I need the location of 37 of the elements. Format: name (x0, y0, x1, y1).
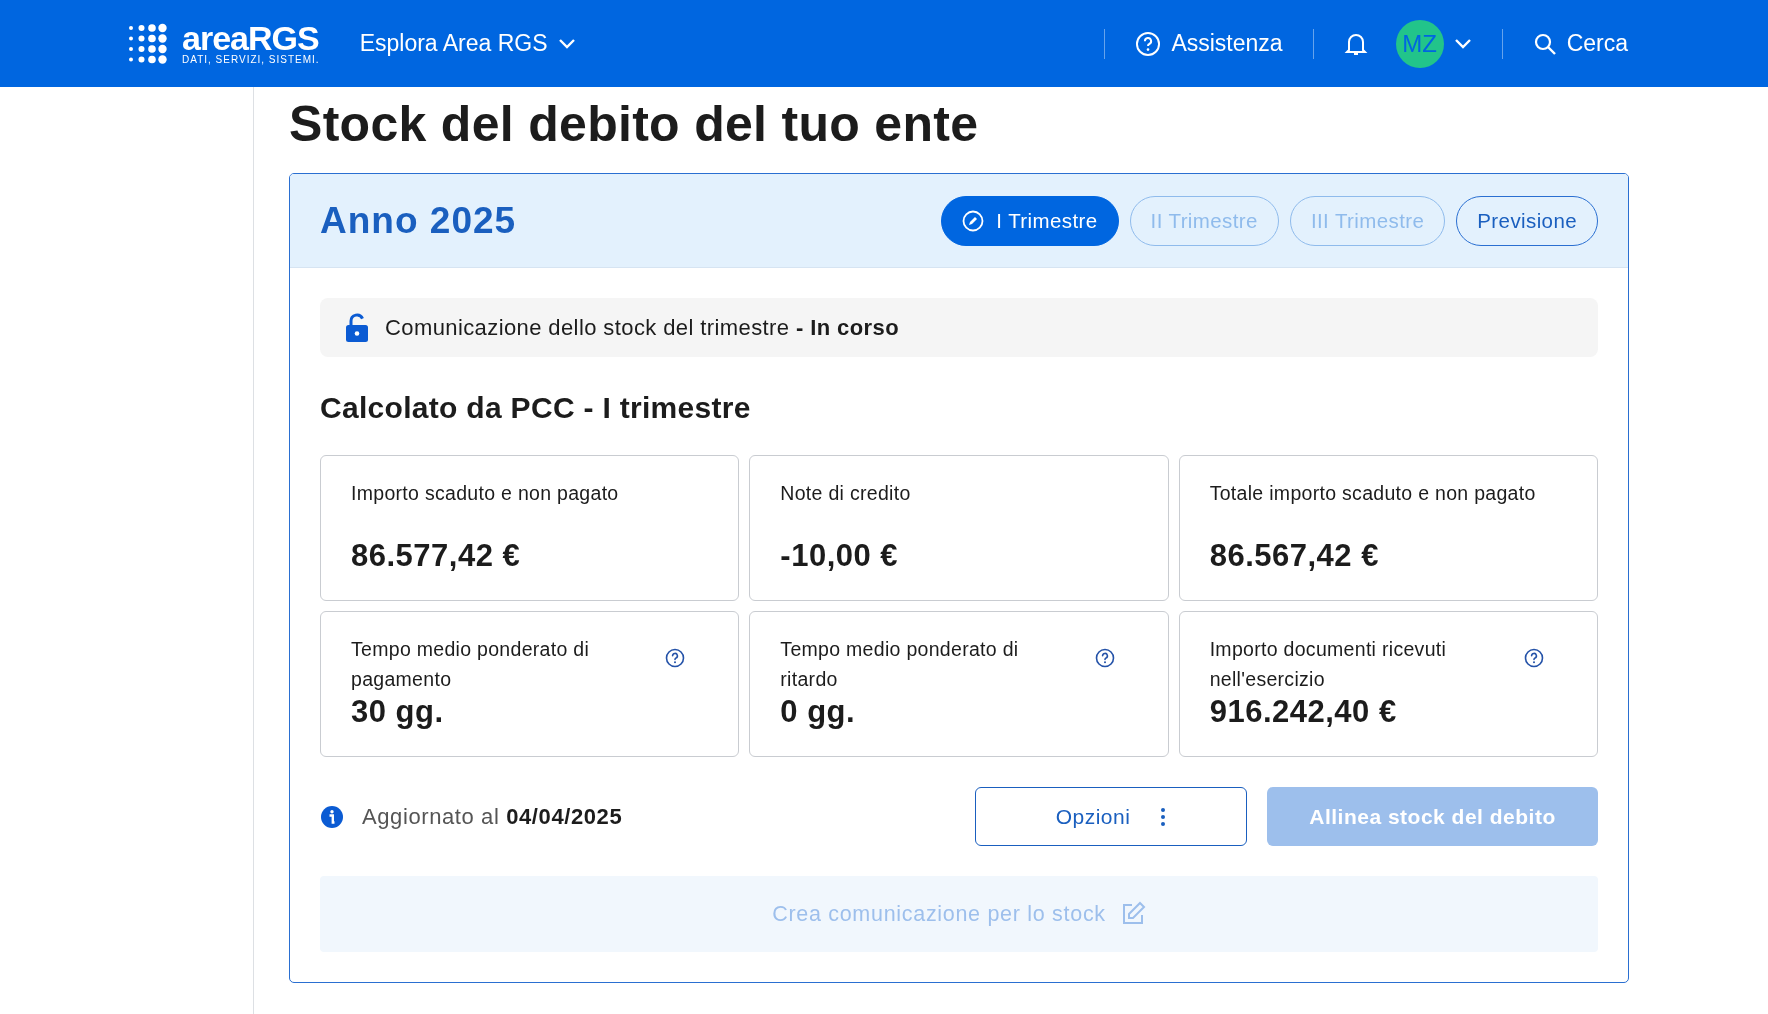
stat-value: 916.242,40 € (1209, 694, 1398, 730)
nav-menu-button[interactable]: Esplora Area RGS (359, 30, 576, 57)
help-link[interactable]: Assistenza (1135, 30, 1283, 57)
chevron-down-icon[interactable] (1453, 37, 1472, 50)
help-icon[interactable] (1524, 648, 1544, 668)
quarter-tab[interactable]: Previsione (1456, 195, 1598, 246)
brand-name: areaRGS (182, 22, 320, 54)
search-icon (1532, 31, 1557, 56)
info-icon (320, 804, 344, 829)
help-icon[interactable] (665, 648, 686, 668)
brand-tagline: DATI, SERVIZI, SISTEMI. (182, 54, 320, 65)
stat-label: Importo scaduto e non pagato (351, 481, 620, 506)
stat-value: 30 gg. (351, 694, 445, 730)
chevron-down-icon (557, 37, 576, 50)
stat-value: -10,00 € (780, 538, 900, 574)
stat-label: Importo documenti ricevuti nell'esercizio (1209, 637, 1448, 692)
section-title: Calcolato da PCC - I trimestre (320, 391, 752, 425)
stat-label: Tempo medio ponderato di ritardo (780, 637, 1020, 692)
help-icon[interactable] (1094, 648, 1115, 668)
more-vertical-icon (1160, 806, 1167, 827)
stat-value: 86.567,42 € (1209, 538, 1380, 574)
pencil-circle-icon (962, 209, 985, 232)
updated-text: Aggiornato al 04/04/2025 (362, 803, 624, 830)
options-button[interactable]: Opzioni (975, 787, 1247, 846)
stat-value: 86.577,42 € (351, 538, 522, 574)
year-title: Anno 2025 (320, 199, 518, 242)
stat-label: Totale importo scaduto e non pagato (1209, 481, 1537, 506)
stat-value: 0 gg. (780, 694, 857, 730)
stat-label: Note di credito (780, 481, 912, 506)
status-text: Comunicazione dello stock del trimestre - In corso (385, 314, 899, 341)
help-icon (1135, 30, 1162, 57)
stat-label: Tempo medio ponderato di pagamento (351, 637, 591, 692)
lock-icon (345, 312, 369, 343)
page-title: Stock del debito del tuo ente (289, 95, 980, 154)
quarter-tab[interactable]: I Trimestre (941, 195, 1119, 246)
search-button[interactable]: Cerca (1532, 30, 1628, 57)
dots-logo-icon (126, 22, 168, 65)
